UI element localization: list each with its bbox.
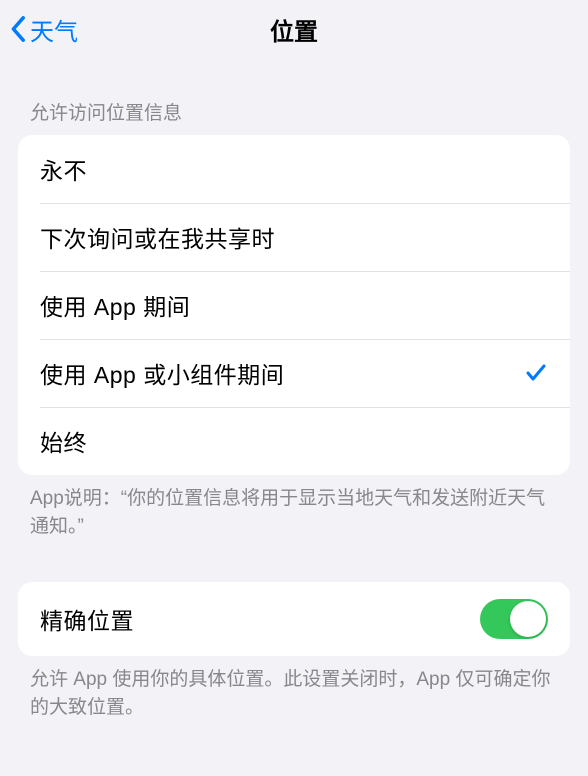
checkmark-icon xyxy=(524,361,548,385)
option-while-using-app[interactable]: 使用 App 期间 xyxy=(18,271,570,339)
section-footer-location-access: App说明：“你的位置信息将用于显示当地天气和发送附近天气通知。” xyxy=(0,475,588,540)
page-title: 位置 xyxy=(270,12,318,47)
toggle-knob xyxy=(510,601,546,637)
precise-location-label: 精确位置 xyxy=(40,602,134,636)
option-label: 永不 xyxy=(40,152,87,186)
option-label: 始终 xyxy=(40,424,87,458)
nav-bar: 天气 位置 xyxy=(0,0,588,58)
back-label: 天气 xyxy=(30,12,78,47)
option-always[interactable]: 始终 xyxy=(18,407,570,475)
back-button[interactable]: 天气 xyxy=(10,12,78,47)
option-label: 使用 App 期间 xyxy=(40,288,190,322)
option-while-using-app-or-widgets[interactable]: 使用 App 或小组件期间 xyxy=(18,339,570,407)
option-label: 下次询问或在我共享时 xyxy=(40,220,275,254)
option-ask-next-time[interactable]: 下次询问或在我共享时 xyxy=(18,203,570,271)
precise-location-toggle[interactable] xyxy=(480,599,548,639)
precise-location-group: 精确位置 xyxy=(18,582,570,656)
precise-location-row: 精确位置 xyxy=(18,582,570,656)
option-label: 使用 App 或小组件期间 xyxy=(40,356,284,390)
section-header-location-access: 允许访问位置信息 xyxy=(0,58,588,135)
section-footer-precise-location: 允许 App 使用你的具体位置。此设置关闭时，App 仅可确定你的大致位置。 xyxy=(0,656,588,721)
option-never[interactable]: 永不 xyxy=(18,135,570,203)
chevron-left-icon xyxy=(10,15,28,43)
location-access-group: 永不 下次询问或在我共享时 使用 App 期间 使用 App 或小组件期间 始终 xyxy=(18,135,570,475)
